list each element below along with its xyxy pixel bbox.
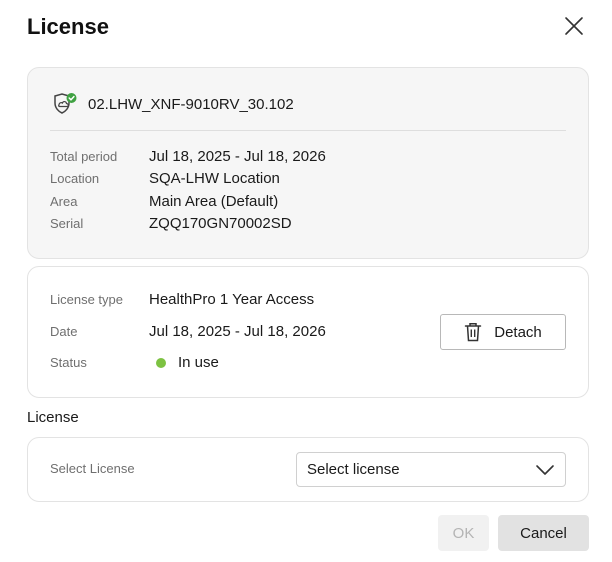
current-license-card: License type HealthPro 1 Year Access Dat… [27,266,589,398]
device-header: 02.LHW_XNF-9010RV_30.102 [52,92,294,116]
device-name: 02.LHW_XNF-9010RV_30.102 [88,95,294,113]
license-status-row: Status In use [50,354,219,371]
close-button[interactable] [560,12,588,40]
detach-label: Detach [494,323,542,341]
license-date-label: Date [50,324,78,339]
select-license-label: Select License [50,461,135,476]
license-type-row: License type HealthPro 1 Year Access [50,291,314,308]
license-date-value: Jul 18, 2025 - Jul 18, 2026 [149,323,326,340]
chevron-down-icon [536,464,554,475]
field-value: Jul 18, 2025 - Jul 18, 2026 [149,148,326,165]
trash-icon [464,323,482,342]
ok-button[interactable]: OK [438,515,489,551]
field-label: Serial [50,216,84,231]
device-info-card: 02.LHW_XNF-9010RV_30.102 Total period Ju… [27,67,589,259]
field-value: SQA-LHW Location [149,170,280,187]
field-total-period: Total period Jul 18, 2025 - Jul 18, 2026 [50,148,326,165]
license-select-value: Select license [307,461,400,478]
license-date-row: Date Jul 18, 2025 - Jul 18, 2026 [50,323,326,340]
dialog-title: License [27,14,109,39]
license-status-label: Status [50,355,87,370]
select-license-card: Select License Select license [27,437,589,502]
shield-check-icon [54,93,77,114]
license-type-value: HealthPro 1 Year Access [149,291,315,308]
field-location: Location SQA-LHW Location [50,170,280,187]
close-icon [565,17,583,35]
license-type-label: License type [50,292,123,307]
field-label: Area [50,194,78,209]
license-section-heading: License [27,409,79,426]
field-serial: Serial ZQQ170GN70002SD [50,215,292,232]
cancel-button[interactable]: Cancel [498,515,589,551]
license-dialog: License 02.LHW_XNF-9010RV_30.102 Total p… [0,0,612,562]
status-dot-icon [156,357,166,368]
divider [50,130,566,131]
field-area: Area Main Area (Default) [50,193,278,210]
field-label: Location [50,171,100,186]
detach-button[interactable]: Detach [440,314,566,350]
field-value: ZQQ170GN70002SD [149,215,292,232]
field-label: Total period [50,149,118,164]
license-status-value: In use [178,354,219,371]
license-select[interactable]: Select license [296,452,566,487]
field-value: Main Area (Default) [149,193,279,210]
